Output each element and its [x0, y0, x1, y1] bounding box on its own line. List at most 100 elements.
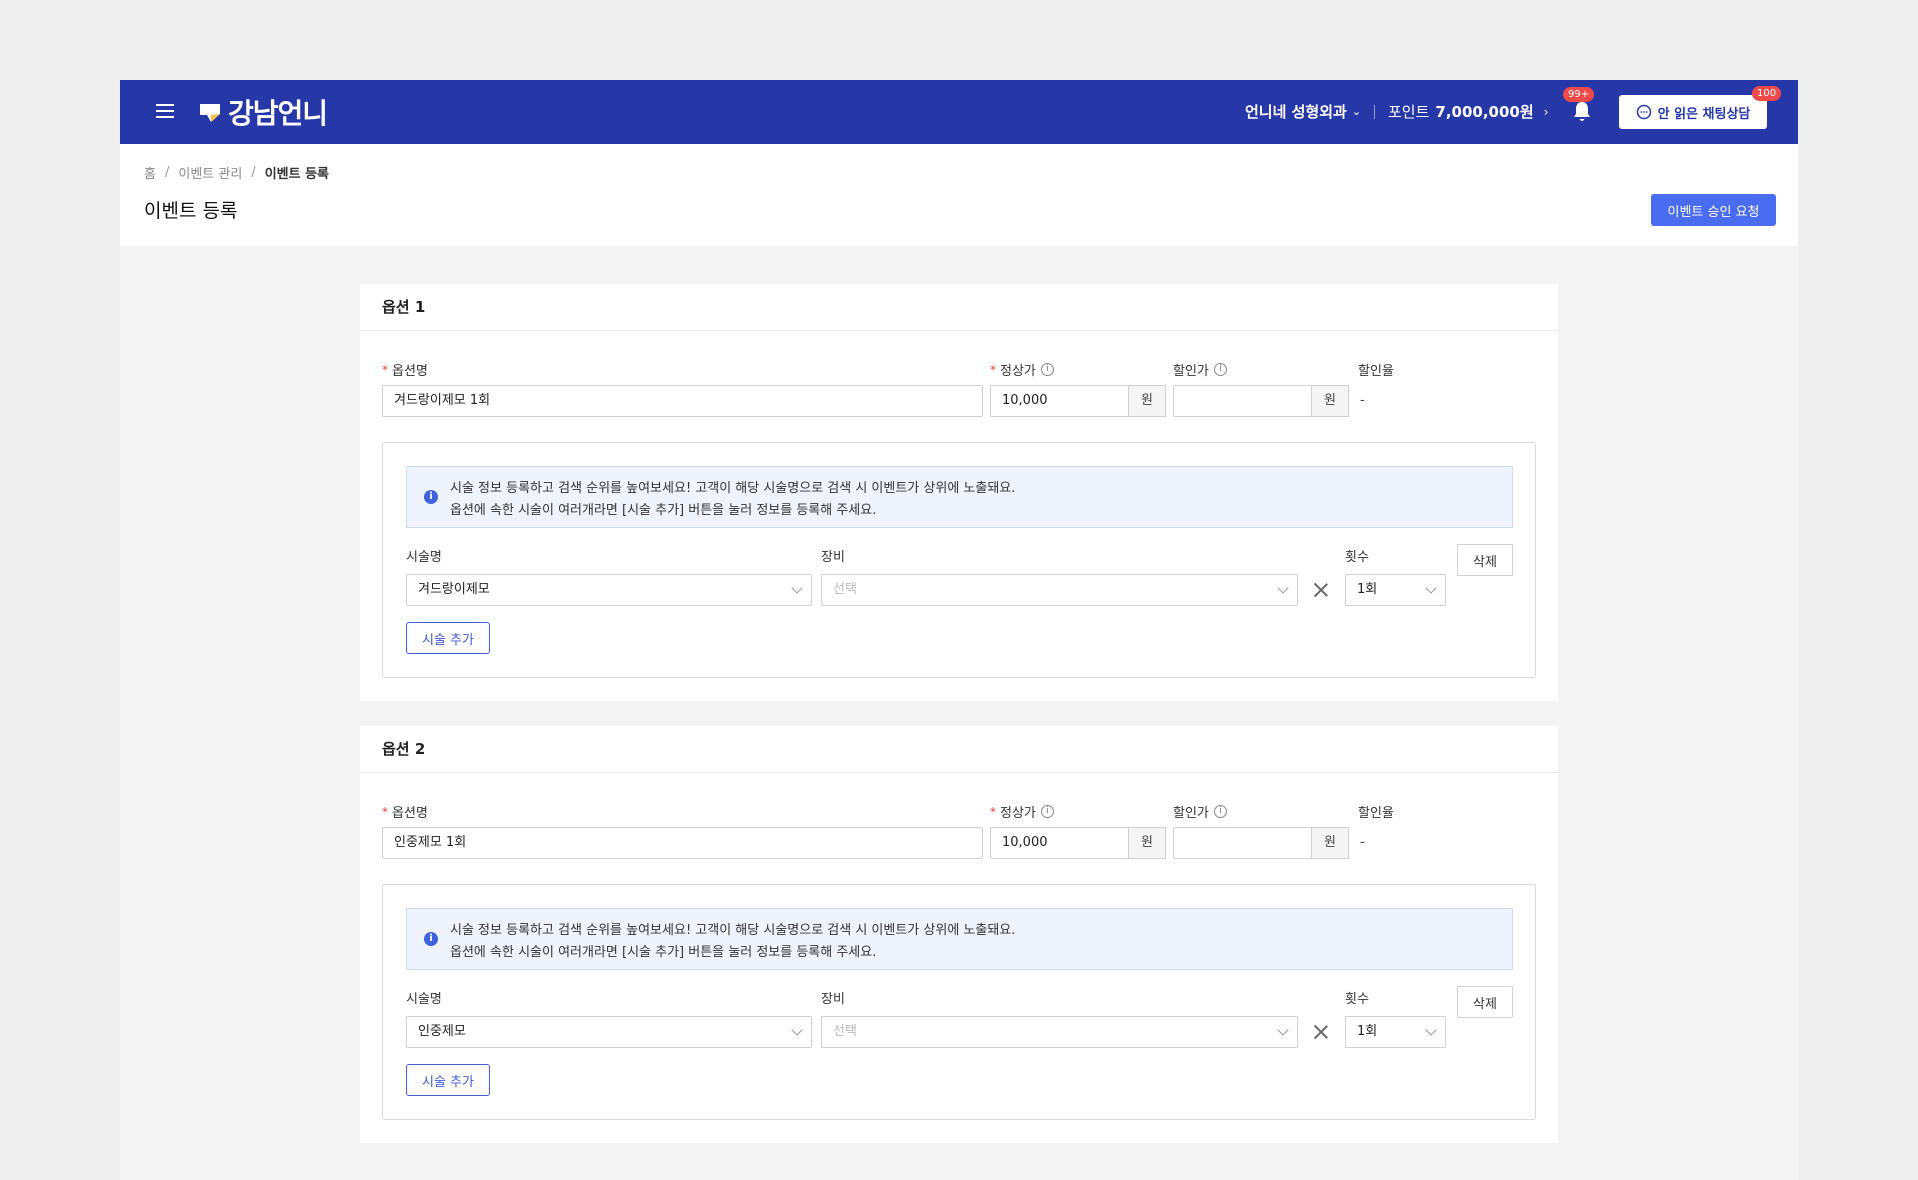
procedure-select[interactable]: 겨드랑이제모: [406, 574, 812, 606]
equipment-select[interactable]: 선택: [821, 1016, 1298, 1048]
option-card-title: 옵션 1: [360, 284, 1558, 331]
breadcrumb-event-management[interactable]: 이벤트 관리: [178, 163, 242, 182]
discount-rate-value: -: [1360, 393, 1365, 408]
logo[interactable]: 강남언니: [198, 95, 328, 130]
option-card-1: 옵션 1 * 옵션명 * 정상가 i 할인가 i 할인율 겨드랑이제모 1회 10,…: [360, 284, 1558, 701]
currency-suffix: 원: [1128, 827, 1166, 859]
discount-price-label: 할인가 i: [1173, 802, 1227, 821]
discount-rate-label: 할인율: [1358, 806, 1394, 821]
remove-equipment-icon[interactable]: [1313, 1024, 1329, 1040]
regular-price-label: * 정상가 i: [990, 360, 1054, 379]
logo-text: 강남언니: [228, 97, 328, 130]
option-name-label: * 옵션명: [382, 804, 428, 822]
breadcrumb-current: 이벤트 등록: [264, 167, 330, 182]
chevron-right-icon: ›: [1543, 104, 1549, 119]
equipment-select-placeholder: 선택: [833, 1024, 857, 1039]
page-header: 홈 / 이벤트 관리 / 이벤트 등록 이벤트 등록 이벤트 승인 요청: [120, 144, 1798, 246]
regular-price-label: * 정상가 i: [990, 802, 1054, 821]
equipment-select[interactable]: 선택: [821, 574, 1298, 606]
points-link[interactable]: 포인트 7,000,000원 ›: [1388, 101, 1548, 122]
add-procedure-button[interactable]: 시술 추가: [406, 1064, 490, 1096]
page-title: 이벤트 등록: [144, 200, 238, 222]
breadcrumb-home[interactable]: 홈: [144, 163, 156, 182]
equipment-label: 장비: [821, 550, 845, 565]
breadcrumb-separator: /: [251, 165, 256, 180]
required-mark: *: [990, 362, 996, 377]
procedure-select[interactable]: 인중제모: [406, 1016, 812, 1048]
notification-badge: 99+: [1563, 87, 1595, 102]
unread-chat-button[interactable]: 안 읽은 채팅상담: [1619, 95, 1767, 129]
option-card-2: 옵션 2 * 옵션명 * 정상가 i 할인가 i 할인율 인중제모 1회 10,00…: [360, 726, 1558, 1143]
procedure-select-value: 인중제모: [418, 1024, 466, 1039]
chat-bubble-icon: [1636, 104, 1651, 120]
discount-price-label: 할인가 i: [1173, 360, 1227, 379]
option-name-input[interactable]: 겨드랑이제모 1회: [382, 385, 983, 417]
procedure-info-box: i 시술 정보 등록하고 검색 순위를 높여보세요! 고객이 해당 시술명으로 …: [382, 884, 1536, 1120]
chat-button-label: 안 읽은 채팅상담: [1657, 106, 1751, 122]
hospital-selector[interactable]: 언니네 성형외과 ⌄: [1245, 101, 1361, 122]
option-card-title: 옵션 2: [360, 726, 1558, 773]
chat-count-badge: 100: [1752, 86, 1782, 101]
info-icon[interactable]: i: [1040, 363, 1054, 376]
notice-text-line1: 시술 정보 등록하고 검색 순위를 높여보세요! 고객이 해당 시술명으로 검색…: [450, 923, 1016, 938]
count-select[interactable]: 1회: [1345, 1016, 1446, 1048]
currency-suffix: 원: [1311, 385, 1349, 417]
discount-rate-label: 할인율: [1358, 364, 1394, 379]
top-nav-bar: 강남언니 언니네 성형외과 ⌄ 포인트 7,000,000원 › 99+ 안 읽…: [120, 80, 1798, 144]
option-name-label: * 옵션명: [382, 362, 428, 380]
procedure-info-box: i 시술 정보 등록하고 검색 순위를 높여보세요! 고객이 해당 시술명으로 …: [382, 442, 1536, 678]
procedure-name-label: 시술명: [406, 550, 442, 565]
chevron-down-icon: [1277, 582, 1289, 594]
equipment-label: 장비: [821, 992, 845, 1007]
hamburger-menu-icon[interactable]: [156, 103, 174, 119]
discount-price-input[interactable]: [1173, 385, 1312, 417]
remove-equipment-icon[interactable]: [1313, 582, 1329, 598]
info-circle-icon: i: [424, 932, 438, 946]
count-select-value: 1회: [1357, 582, 1378, 597]
chevron-down-icon: [791, 582, 803, 594]
count-label: 횟수: [1345, 992, 1369, 1007]
divider: [1374, 105, 1375, 119]
notice-banner: i 시술 정보 등록하고 검색 순위를 높여보세요! 고객이 해당 시술명으로 …: [406, 466, 1513, 528]
required-mark: *: [382, 362, 388, 377]
currency-suffix: 원: [1311, 827, 1349, 859]
chevron-down-icon: [1425, 582, 1437, 594]
option-name-input[interactable]: 인중제모 1회: [382, 827, 983, 859]
chevron-down-icon: [791, 1024, 803, 1036]
discount-price-input[interactable]: [1173, 827, 1312, 859]
hospital-name: 언니네 성형외과: [1245, 103, 1347, 121]
notice-banner: i 시술 정보 등록하고 검색 순위를 높여보세요! 고객이 해당 시술명으로 …: [406, 908, 1513, 970]
notice-text-line1: 시술 정보 등록하고 검색 순위를 높여보세요! 고객이 해당 시술명으로 검색…: [450, 481, 1016, 496]
chevron-down-icon: ⌄: [1351, 105, 1362, 118]
count-select[interactable]: 1회: [1345, 574, 1446, 606]
count-label: 횟수: [1345, 550, 1369, 565]
logo-mark-icon: [200, 104, 220, 122]
info-circle-icon: i: [424, 490, 438, 504]
delete-button[interactable]: 삭제: [1457, 544, 1513, 576]
info-icon[interactable]: i: [1040, 805, 1054, 818]
breadcrumb: 홈 / 이벤트 관리 / 이벤트 등록: [144, 163, 329, 182]
points-value: 7,000,000원: [1435, 103, 1534, 121]
info-icon[interactable]: i: [1213, 805, 1227, 818]
request-approval-button[interactable]: 이벤트 승인 요청: [1651, 194, 1776, 226]
count-select-value: 1회: [1357, 1024, 1378, 1039]
required-mark: *: [382, 804, 388, 819]
notice-text-line2: 옵션에 속한 시술이 여러개라면 [시술 추가] 버튼을 눌러 정보를 등록해 …: [450, 945, 877, 960]
add-procedure-button[interactable]: 시술 추가: [406, 622, 490, 654]
info-icon[interactable]: i: [1213, 363, 1227, 376]
regular-price-input[interactable]: 10,000: [990, 385, 1129, 417]
required-mark: *: [990, 804, 996, 819]
discount-rate-value: -: [1360, 835, 1365, 850]
procedure-select-value: 겨드랑이제모: [418, 582, 490, 597]
breadcrumb-separator: /: [164, 165, 170, 180]
currency-suffix: 원: [1128, 385, 1166, 417]
delete-button[interactable]: 삭제: [1457, 986, 1513, 1018]
bell-icon[interactable]: [1571, 100, 1593, 124]
points-label: 포인트: [1388, 103, 1430, 121]
regular-price-input[interactable]: 10,000: [990, 827, 1129, 859]
chevron-down-icon: [1277, 1024, 1289, 1036]
app-frame: 강남언니 언니네 성형외과 ⌄ 포인트 7,000,000원 › 99+ 안 읽…: [120, 80, 1798, 1180]
equipment-select-placeholder: 선택: [833, 582, 857, 597]
chevron-down-icon: [1425, 1024, 1437, 1036]
notice-text-line2: 옵션에 속한 시술이 여러개라면 [시술 추가] 버튼을 눌러 정보를 등록해 …: [450, 503, 877, 518]
